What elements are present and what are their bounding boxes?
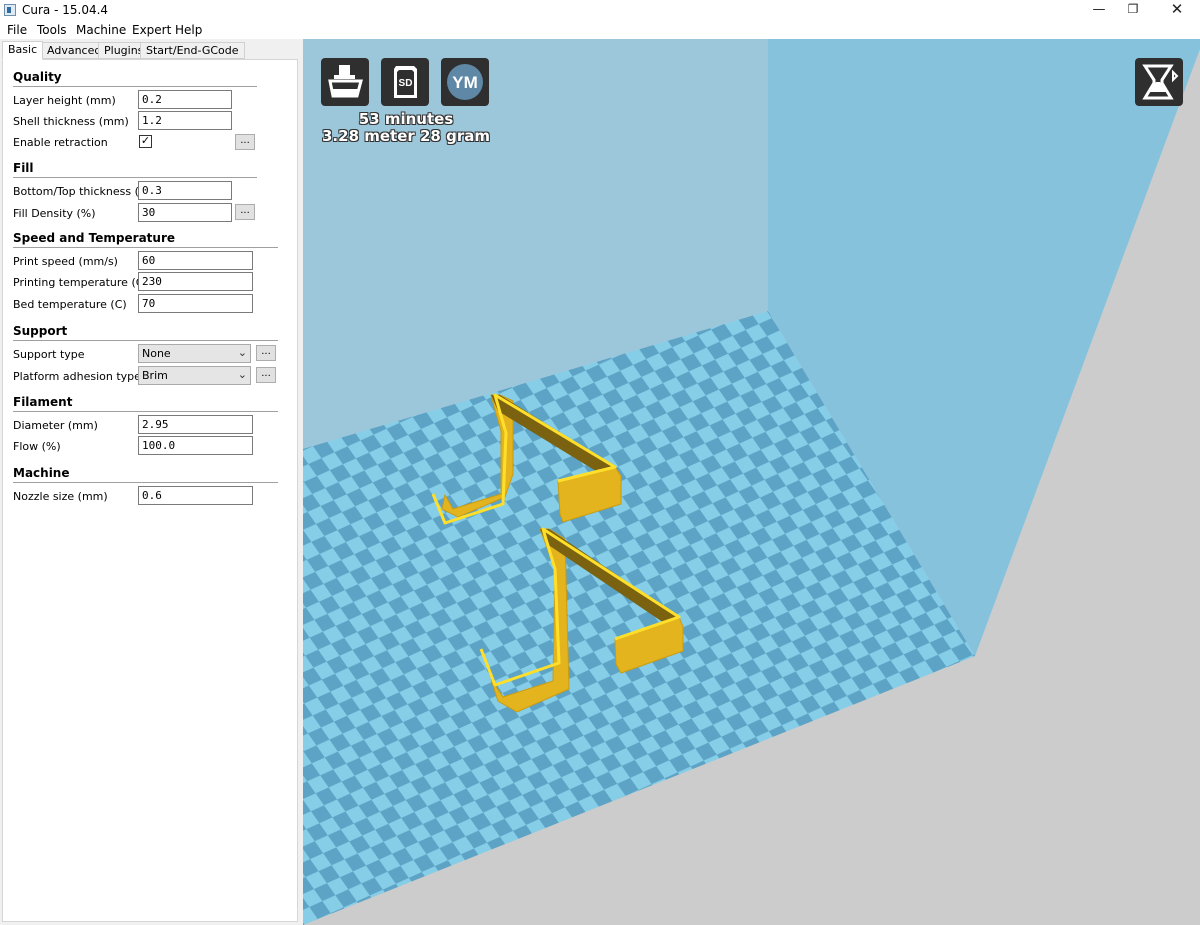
support-type-select[interactable]: None ⌄ [138, 344, 251, 363]
print-material-estimate: 3.28 meter 28 gram [322, 127, 490, 145]
section-title-quality: Quality [13, 70, 62, 84]
support-type-label: Support type [13, 348, 85, 361]
window-title: Cura - 15.04.4 [22, 3, 109, 17]
view-mode-icon [1142, 64, 1179, 100]
flow-label: Flow (%) [13, 440, 61, 453]
settings-panel: Basic Advanced Plugins Start/End-GCode Q… [0, 39, 303, 925]
section-title-fill: Fill [13, 161, 34, 175]
chevron-down-icon: ⌄ [237, 346, 247, 359]
nozzle-size-input[interactable]: 0.6 [138, 486, 253, 505]
enable-retraction-label: Enable retraction [13, 136, 108, 149]
menu-file[interactable]: File [7, 23, 27, 37]
sd-label: SD [399, 78, 413, 89]
printing-temperature-label: Printing temperature (C) [13, 276, 148, 289]
sd-card-icon: SD [394, 66, 417, 98]
chevron-down-icon: ⌄ [237, 368, 247, 381]
save-to-sd-button[interactable]: SD [381, 58, 429, 106]
retraction-more-button[interactable]: ... [235, 134, 255, 150]
fill-density-more-button[interactable]: ... [235, 204, 255, 220]
restore-button[interactable]: ❐ [1111, 0, 1155, 21]
bottom-top-thickness-input[interactable]: 0.3 [138, 181, 232, 200]
menu-tools[interactable]: Tools [37, 23, 67, 37]
fill-density-label: Fill Density (%) [13, 207, 96, 220]
diameter-label: Diameter (mm) [13, 419, 98, 432]
print-speed-input[interactable]: 60 [138, 251, 253, 270]
section-divider [13, 177, 257, 178]
tab-start-end-gcode[interactable]: Start/End-GCode [140, 42, 245, 59]
section-title-filament: Filament [13, 395, 73, 409]
basic-settings-page: Quality Layer height (mm) 0.2 Shell thic… [2, 59, 298, 922]
title-bar: Cura - 15.04.4 — ❐ ✕ [0, 0, 1200, 21]
youmagine-button[interactable]: YM [441, 58, 489, 106]
platform-adhesion-more-button[interactable]: ... [256, 367, 276, 383]
build-volume-scene [303, 39, 1200, 925]
menu-help[interactable]: Help [175, 23, 202, 37]
support-type-value: None [142, 347, 171, 360]
menu-expert[interactable]: Expert [132, 23, 171, 37]
section-divider [13, 482, 278, 483]
tab-basic[interactable]: Basic [2, 41, 44, 60]
diameter-input[interactable]: 2.95 [138, 415, 253, 434]
youmagine-icon: YM [447, 64, 483, 100]
printing-temperature-input[interactable]: 230 [138, 272, 253, 291]
view-mode-button[interactable] [1135, 58, 1183, 106]
platform-adhesion-value: Brim [142, 369, 168, 382]
load-file-icon [328, 65, 363, 98]
ym-label: YM [452, 73, 478, 92]
shell-thickness-label: Shell thickness (mm) [13, 115, 129, 128]
section-divider [13, 247, 278, 248]
menu-machine[interactable]: Machine [76, 23, 126, 37]
section-title-speed-temperature: Speed and Temperature [13, 231, 175, 245]
checkmark-icon: ✓ [140, 134, 151, 147]
print-speed-label: Print speed (mm/s) [13, 255, 118, 268]
section-title-support: Support [13, 324, 68, 338]
print-time-estimate: 53 minutes [358, 110, 454, 128]
layer-height-input[interactable]: 0.2 [138, 90, 232, 109]
flow-input[interactable]: 100.0 [138, 436, 253, 455]
fill-density-input[interactable]: 30 [138, 203, 232, 222]
support-type-more-button[interactable]: ... [256, 345, 276, 361]
bed-temperature-input[interactable]: 70 [138, 294, 253, 313]
load-model-button[interactable] [321, 58, 369, 106]
shell-thickness-input[interactable]: 1.2 [138, 111, 232, 130]
platform-adhesion-select[interactable]: Brim ⌄ [138, 366, 251, 385]
section-divider [13, 340, 278, 341]
platform-adhesion-label: Platform adhesion type [13, 370, 141, 383]
bed-temperature-label: Bed temperature (C) [13, 298, 127, 311]
menu-bar: File Tools Machine Expert Help [0, 21, 1200, 39]
section-divider [13, 86, 257, 87]
3d-viewport[interactable]: SD YM 53 minutes 3.28 meter 28 gram [303, 39, 1200, 925]
cura-app-icon [4, 4, 16, 16]
nozzle-size-label: Nozzle size (mm) [13, 490, 108, 503]
layer-height-label: Layer height (mm) [13, 94, 116, 107]
section-divider [13, 411, 278, 412]
close-button[interactable]: ✕ [1155, 0, 1199, 21]
section-title-machine: Machine [13, 466, 70, 480]
enable-retraction-checkbox[interactable]: ✓ [139, 135, 152, 148]
